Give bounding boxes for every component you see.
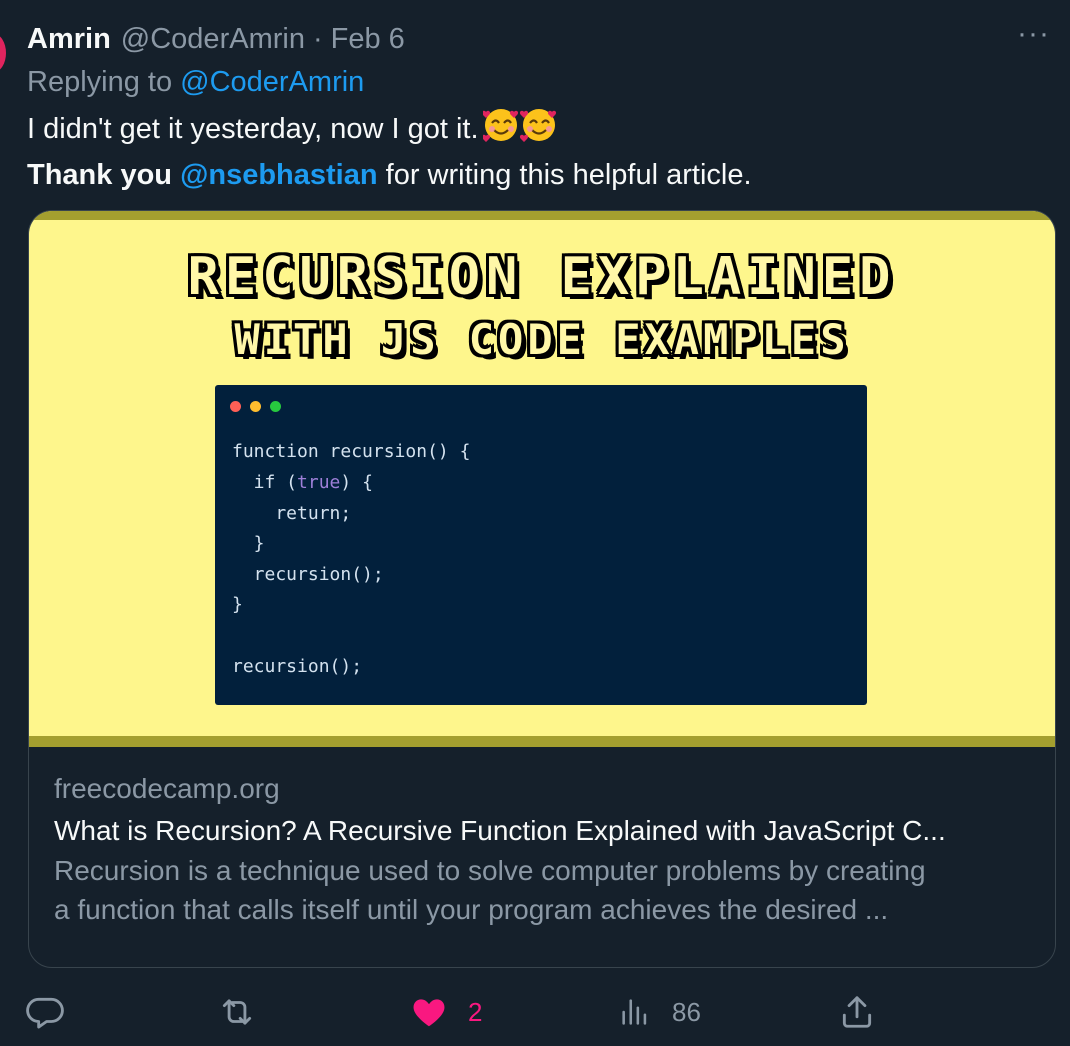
share-icon bbox=[838, 993, 876, 1031]
avatar[interactable] bbox=[0, 34, 6, 72]
tweet-line-1-text: I didn't get it yesterday, now I got it. bbox=[27, 113, 479, 146]
code-window: function recursion() { if (true) { retur… bbox=[215, 385, 867, 705]
meta-separator: · bbox=[312, 23, 323, 55]
replying-prefix: Replying to bbox=[27, 66, 173, 98]
card-title[interactable]: What is Recursion? A Recursive Function … bbox=[54, 811, 1030, 851]
code-line: function recursion() { bbox=[232, 441, 471, 462]
card-image[interactable]: RECURSION EXPLAINED WITH JS CODE EXAMPLE… bbox=[29, 211, 1055, 747]
share-button[interactable] bbox=[838, 988, 876, 1036]
card-description-line-2: a function that calls itself until your … bbox=[54, 894, 889, 925]
retweet-button[interactable] bbox=[217, 988, 257, 1036]
like-button[interactable]: 2 bbox=[410, 988, 482, 1036]
window-maximize-dot bbox=[270, 401, 281, 412]
code-line: } bbox=[232, 594, 243, 615]
view-count: 86 bbox=[672, 996, 701, 1027]
code-line: return; bbox=[232, 503, 352, 524]
reply-button[interactable] bbox=[26, 988, 64, 1036]
card-image-band-top bbox=[29, 211, 1055, 220]
card-body[interactable]: freecodecamp.org What is Recursion? A Re… bbox=[54, 771, 1030, 929]
action-bar: 2 86 bbox=[0, 988, 1070, 1036]
tweet-line-2-rest: for writing this helpful article. bbox=[385, 159, 752, 191]
window-close-dot bbox=[230, 401, 241, 412]
author-name[interactable]: Amrin bbox=[27, 20, 111, 58]
code-token: if ( bbox=[232, 472, 298, 493]
code-token-true: true bbox=[297, 472, 341, 493]
image-title-line-1: RECURSION EXPLAINED bbox=[187, 247, 897, 307]
tweet-text: I didn't get it yesterday, now I got it. bbox=[27, 106, 752, 195]
code-line: recursion(); bbox=[232, 564, 384, 585]
replying-to: Replying to @CoderAmrin bbox=[27, 63, 364, 101]
card-domain: freecodecamp.org bbox=[54, 773, 280, 804]
mention-link[interactable]: @nsebhastian bbox=[180, 159, 378, 191]
reply-icon bbox=[26, 993, 64, 1031]
code-line: if (true) { bbox=[232, 472, 373, 494]
tweet-date[interactable]: Feb 6 bbox=[331, 20, 405, 58]
smiling-face-with-hearts-emoji bbox=[481, 106, 559, 155]
window-minimize-dot bbox=[250, 401, 261, 412]
views-icon bbox=[618, 993, 652, 1031]
code-line: recursion(); bbox=[232, 656, 363, 677]
views-button[interactable]: 86 bbox=[618, 988, 701, 1036]
link-card[interactable]: RECURSION EXPLAINED WITH JS CODE EXAMPLE… bbox=[28, 210, 1056, 968]
author-handle[interactable]: @CoderAmrin bbox=[121, 20, 305, 58]
heart-icon bbox=[410, 993, 448, 1031]
replying-to-link[interactable]: @CoderAmrin bbox=[180, 66, 364, 98]
code-line: } bbox=[232, 533, 265, 554]
code-token: ) { bbox=[340, 472, 373, 493]
retweet-icon bbox=[217, 993, 257, 1031]
tweet-line-1: I didn't get it yesterday, now I got it. bbox=[27, 106, 752, 155]
like-count: 2 bbox=[468, 996, 483, 1027]
card-description-line-1: Recursion is a technique used to solve c… bbox=[54, 855, 926, 886]
image-title-line-2: WITH JS CODE EXAMPLES bbox=[234, 315, 850, 364]
more-icon[interactable]: ··· bbox=[1017, 19, 1050, 49]
card-image-band-bottom bbox=[29, 736, 1055, 747]
tweet-line-2: Thank you @nsebhastian for writing this … bbox=[27, 155, 752, 195]
tweet-header: Amrin @CoderAmrin · Feb 6 bbox=[27, 20, 405, 58]
tweet-line-2-bold: Thank you bbox=[27, 159, 173, 191]
